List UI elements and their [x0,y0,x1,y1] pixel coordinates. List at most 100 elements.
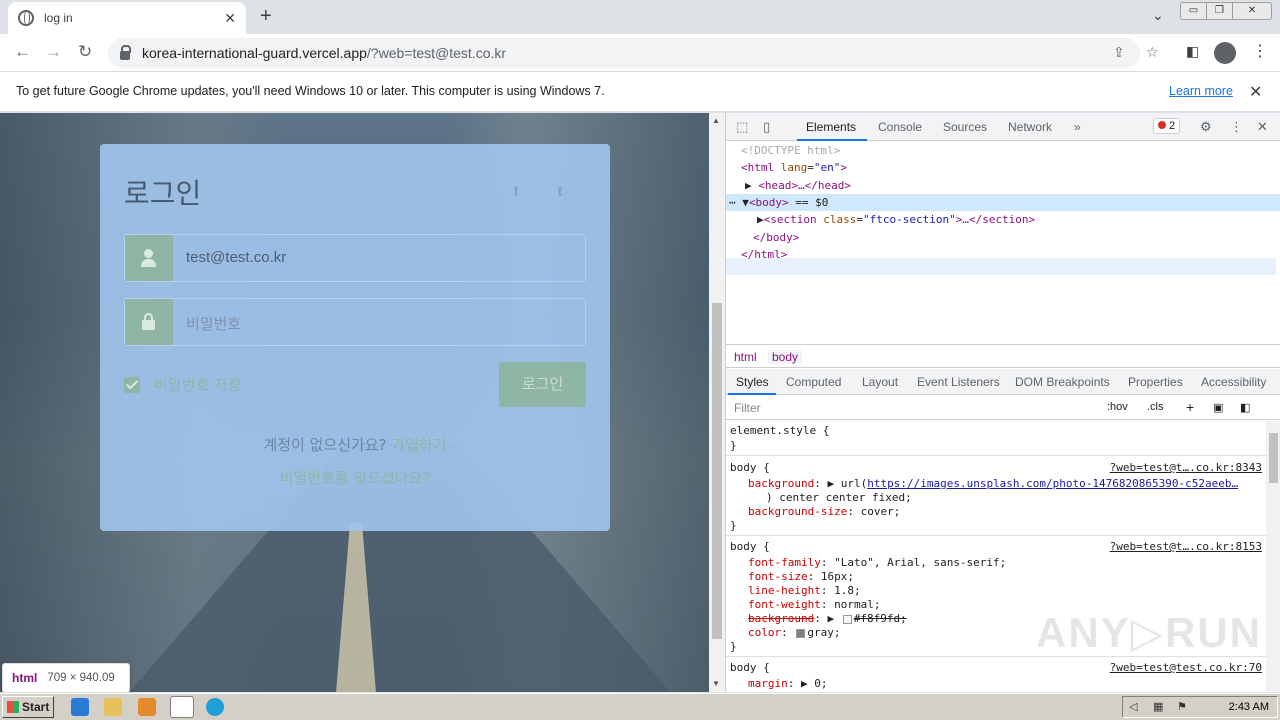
side-panel-icon[interactable]: ◧ [1186,43,1199,60]
tab-properties[interactable]: Properties [1128,375,1183,389]
page-scrollbar[interactable]: ▲ ▼ [709,113,725,692]
brace: } [730,439,737,452]
remember-password[interactable]: 비밀번호 저장 [124,374,242,395]
share-icon[interactable]: ⇪ [1113,44,1125,61]
devtools-menu-icon[interactable]: ⋮ [1230,119,1243,135]
dom-section[interactable]: ▶<section class="ftco-section">…</sectio… [757,213,1035,226]
inspect-tooltip: html 709 × 940.09 [2,663,130,693]
dom-doctype[interactable]: <!DOCTYPE html> [741,144,840,157]
chrome-taskbar-button[interactable] [170,696,194,718]
rule2-source-link[interactable]: ?web=test@t….co.kr:8153 [1110,540,1262,553]
flag-icon[interactable]: ⚑ [1177,701,1189,713]
explorer-folder-icon[interactable] [104,698,122,716]
learn-more-link[interactable]: Learn more [1169,84,1233,98]
bookmark-star-icon[interactable]: ☆ [1146,44,1159,61]
email-field[interactable]: test@test.co.kr [124,234,586,282]
rule2-prop[interactable]: font-size: 16px; [748,570,854,583]
error-badge[interactable]: 2 [1153,118,1181,134]
tab-sources[interactable]: Sources [943,120,987,134]
tab-close-icon[interactable]: ✕ [224,10,236,27]
dom-head[interactable]: ▶ <head>…</head> [745,179,851,192]
start-label: Start [22,700,50,714]
back-button[interactable]: ← [14,42,31,62]
color-swatch [842,614,852,624]
rule2-prop[interactable]: line-height: 1.8; [748,584,861,597]
brace: } [730,640,737,653]
tab-accessibility[interactable]: Accessibility [1201,375,1266,389]
dom-html-close[interactable]: </html> [741,248,787,261]
tab-layout[interactable]: Layout [862,375,898,389]
dom-body[interactable]: ⋯ ▼<body> == $0 [729,196,828,209]
tab-elements[interactable]: Elements [806,120,856,134]
volume-icon[interactable]: ◁ [1129,701,1141,713]
rule3-source-link[interactable]: ?web=test@test.co.kr:70 [1110,661,1262,674]
scroll-up-icon[interactable]: ▲ [712,116,720,125]
styles-filter-bar: Filter :hov .cls + ▣ ◧ [726,396,1280,420]
rule2-prop-overridden[interactable]: background: ▶ #f8f9fd; [748,612,907,625]
forgot-password-link[interactable]: 비밀번호를 잊으셨나요? [100,467,610,488]
menu-kebab-icon[interactable]: ⋮ [1252,41,1268,61]
password-field[interactable]: 비밀번호 [124,298,586,346]
rule1-selector[interactable]: body { [730,461,770,474]
browser-tab[interactable]: log in ✕ [8,2,246,34]
media-player-icon[interactable] [138,698,156,716]
add-rule-icon[interactable]: + [1186,399,1194,415]
more-tabs-icon[interactable]: » [1074,120,1081,134]
twitter-icon[interactable]: t [546,177,574,205]
rule1-prop-background-size[interactable]: background-size: cover; [748,505,900,518]
network-icon[interactable]: ▦ [1153,701,1165,713]
error-icon [1158,121,1166,129]
edge-icon[interactable] [206,698,224,716]
rule3-selector[interactable]: body { [730,661,770,674]
element-style-rule[interactable]: element.style { [730,424,829,437]
start-button[interactable]: Start [2,696,54,718]
rule2-selector[interactable]: body { [730,540,770,553]
breadcrumb: html body [726,344,1280,368]
new-tab-button[interactable]: + [260,5,272,28]
toggle-sidebar-icon[interactable]: ◧ [1240,401,1250,414]
tab-event-listeners[interactable]: Event Listeners [917,375,1000,389]
styles-scrollbar[interactable] [1266,421,1280,692]
dom-html-open[interactable]: <html lang="en"> [741,161,847,174]
filter-input[interactable]: Filter [734,401,761,415]
hov-toggle[interactable]: :hov [1107,401,1128,413]
scroll-down-icon[interactable]: ▼ [712,679,720,688]
rule1-prop-background[interactable]: background: ▶ url(https://images.unsplas… [748,477,1238,490]
cls-toggle[interactable]: .cls [1147,401,1164,413]
infobar-close-icon[interactable]: ✕ [1249,82,1262,102]
styles-scroll-thumb[interactable] [1269,433,1278,483]
tab-styles[interactable]: Styles [736,375,769,389]
dom-body-close[interactable]: </body> [753,231,799,244]
reload-button[interactable]: ↻ [78,42,92,62]
forward-button[interactable]: → [45,42,62,62]
tab-computed[interactable]: Computed [786,375,841,389]
breadcrumb-body[interactable]: body [768,350,803,364]
rule3-prop-margin[interactable]: margin: ▶ 0; [748,677,828,690]
tab-console[interactable]: Console [878,120,922,134]
profile-avatar[interactable] [1214,42,1236,64]
rule2-prop[interactable]: font-family: "Lato", Arial, sans-serif; [748,556,1006,569]
device-toolbar-icon[interactable]: ▯ [763,119,770,135]
lock-icon[interactable] [120,44,131,60]
restore-button[interactable]: ❐ [1207,3,1233,19]
ie-icon[interactable] [71,698,89,716]
scroll-thumb[interactable] [712,303,722,639]
tab-network[interactable]: Network [1008,120,1052,134]
settings-gear-icon[interactable]: ⚙ [1200,119,1212,135]
signup-link[interactable]: 가입하기 [391,436,446,454]
paint-icon[interactable]: ▣ [1213,401,1223,414]
rule2-prop[interactable]: font-weight: normal; [748,598,880,611]
inspect-element-icon[interactable]: ⬚ [736,119,748,135]
rule2-prop[interactable]: color: gray; [748,626,841,639]
tab-search-icon[interactable]: ⌄ [1152,7,1164,24]
minimize-button[interactable]: ▭ [1181,3,1207,19]
breadcrumb-html[interactable]: html [734,350,757,364]
facebook-icon[interactable]: f [502,177,530,205]
remember-checkbox[interactable] [124,376,140,393]
rule1-source-link[interactable]: ?web=test@t….co.kr:8343 [1110,461,1262,474]
close-window-button[interactable]: ✕ [1233,3,1271,19]
devtools-close-icon[interactable]: ✕ [1257,119,1268,135]
login-button[interactable]: 로그인 [499,362,586,407]
address-bar[interactable]: korea-international-guard.vercel.app /?w… [108,38,1159,68]
tab-dom-breakpoints[interactable]: DOM Breakpoints [1015,375,1110,389]
